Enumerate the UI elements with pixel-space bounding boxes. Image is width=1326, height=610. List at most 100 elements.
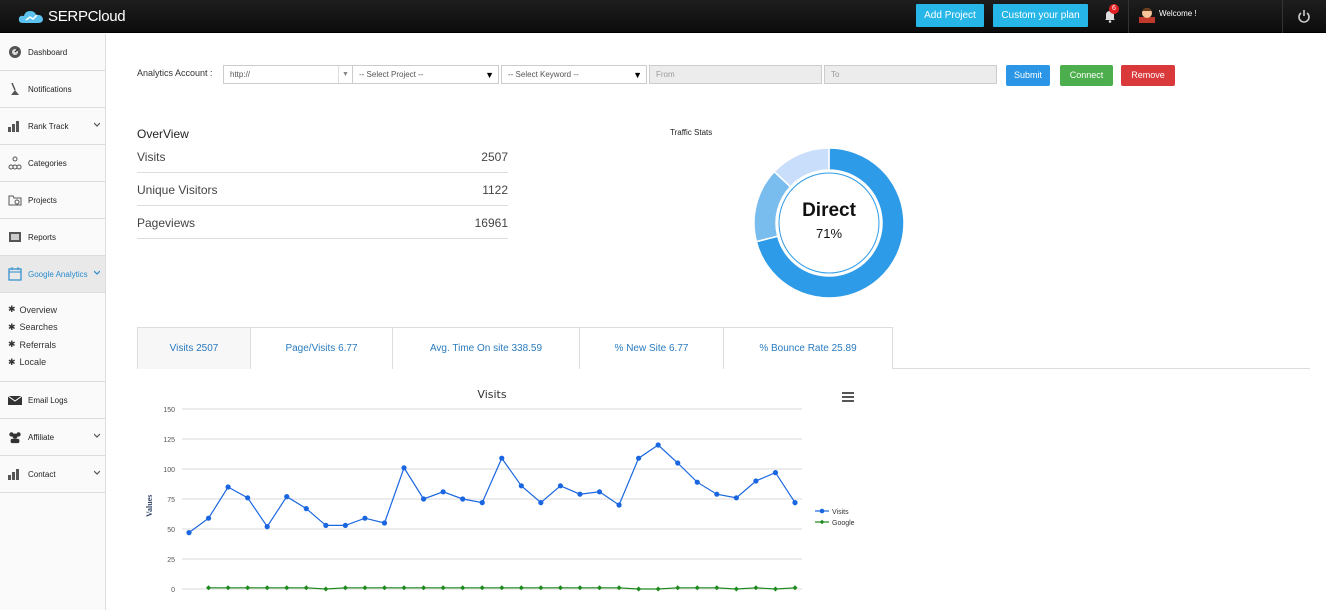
data-point-visits[interactable] [772, 470, 779, 476]
sidebar-item-email-logs[interactable]: Email Logs [0, 382, 105, 419]
data-point-google[interactable] [557, 585, 563, 591]
data-point-visits[interactable] [557, 483, 564, 489]
data-point-visits[interactable] [655, 442, 661, 448]
subnav-item-locale[interactable]: ✱ Locale [8, 354, 105, 372]
project-select[interactable]: -- Select Project -- ▼ [352, 65, 499, 84]
data-point-google[interactable] [225, 585, 231, 591]
data-point-google[interactable] [245, 585, 251, 591]
analytics-account-select[interactable]: http:// ▼ [223, 65, 353, 84]
data-point-google[interactable] [323, 586, 329, 592]
submit-button[interactable]: Submit [1006, 65, 1050, 86]
data-point-google[interactable] [714, 585, 720, 591]
data-point-google[interactable] [694, 585, 700, 591]
data-point-google[interactable] [284, 585, 290, 591]
data-point-visits[interactable] [186, 530, 192, 536]
connect-button[interactable]: Connect [1060, 65, 1113, 86]
data-point-visits[interactable] [205, 515, 212, 521]
sidebar-item-affiliate[interactable]: Affiliate [0, 419, 105, 456]
date-to-input[interactable]: To [824, 65, 997, 84]
sidebar-item-rank-track[interactable]: Rank Track [0, 108, 105, 145]
data-point-visits[interactable] [362, 515, 368, 521]
sidebar-item-dashboard[interactable]: Dashboard [0, 34, 105, 71]
data-point-google[interactable] [381, 585, 387, 591]
add-project-button[interactable]: Add Project [916, 4, 984, 27]
data-point-visits[interactable] [518, 483, 524, 489]
data-point-visits[interactable] [577, 491, 583, 497]
data-point-visits[interactable] [245, 495, 251, 501]
data-point-visits[interactable] [381, 520, 388, 526]
data-point-visits[interactable] [303, 506, 309, 512]
data-point-google[interactable] [753, 585, 759, 591]
sidebar-item-categories[interactable]: Categories [0, 145, 105, 182]
subnav-item-referrals[interactable]: ✱ Referrals [8, 336, 105, 354]
data-point-visits[interactable] [714, 491, 720, 497]
data-point-google[interactable] [264, 585, 270, 591]
keyword-select[interactable]: -- Select Keyword -- ▼ [501, 65, 647, 84]
tab-avg-time[interactable]: Avg. Time On site 338.59 [392, 327, 580, 369]
data-point-visits[interactable] [636, 455, 642, 461]
data-point-google[interactable] [655, 586, 661, 592]
welcome-text[interactable]: Welcome ! [1159, 9, 1197, 18]
data-point-google[interactable] [421, 585, 427, 591]
user-avatar-icon[interactable] [1139, 5, 1155, 23]
data-point-visits[interactable] [596, 489, 603, 495]
data-point-google[interactable] [597, 585, 603, 591]
sidebar-item-notifications[interactable]: Notifications [0, 71, 105, 108]
data-point-visits[interactable] [284, 494, 290, 500]
chevron-down-icon [94, 470, 100, 475]
date-from-input[interactable]: From [649, 65, 822, 84]
custom-plan-button[interactable]: Custom your plan [993, 4, 1088, 27]
data-point-visits[interactable] [225, 484, 231, 490]
data-point-visits[interactable] [342, 522, 348, 528]
data-point-google[interactable] [401, 585, 407, 591]
sidebar-item-google-analytics[interactable]: Google Analytics [0, 256, 105, 293]
data-point-visits[interactable] [792, 500, 798, 506]
legend-label[interactable]: Visits [832, 509, 849, 516]
tab-new-site[interactable]: % New Site 6.77 [579, 327, 724, 369]
data-point-google[interactable] [206, 585, 212, 591]
data-point-visits[interactable] [499, 455, 505, 461]
subnav-item-searches[interactable]: ✱ Searches [8, 319, 105, 337]
data-point-google[interactable] [362, 585, 368, 591]
data-point-visits[interactable] [733, 495, 739, 501]
data-point-visits[interactable] [616, 502, 622, 508]
data-point-visits[interactable] [460, 496, 466, 502]
legend-label[interactable]: Google [832, 520, 855, 527]
data-point-google[interactable] [577, 585, 583, 591]
data-point-google[interactable] [772, 586, 778, 592]
data-point-google[interactable] [499, 585, 505, 591]
data-point-visits[interactable] [479, 500, 485, 506]
remove-button[interactable]: Remove [1121, 65, 1175, 86]
tab-page-visits[interactable]: Page/Visits 6.77 [250, 327, 393, 369]
brand-logo[interactable]: SERPCloud [18, 8, 126, 25]
subnav-item-overview[interactable]: ✱ Overview [8, 301, 105, 319]
data-point-google[interactable] [616, 585, 622, 591]
data-point-visits[interactable] [323, 522, 329, 528]
data-point-google[interactable] [538, 585, 544, 591]
data-point-visits[interactable] [538, 500, 544, 506]
data-point-visits[interactable] [264, 524, 270, 530]
data-point-google[interactable] [675, 585, 681, 591]
data-point-visits[interactable] [401, 465, 407, 471]
data-point-google[interactable] [303, 585, 309, 591]
data-point-google[interactable] [460, 585, 466, 591]
data-point-visits[interactable] [440, 489, 446, 495]
power-icon[interactable] [1297, 9, 1311, 23]
data-point-google[interactable] [792, 585, 798, 591]
data-point-visits[interactable] [420, 496, 427, 502]
tab-visits[interactable]: Visits 2507 [137, 327, 251, 369]
sidebar-item-contact[interactable]: Contact [0, 456, 105, 493]
data-point-google[interactable] [733, 586, 739, 592]
sidebar-item-projects[interactable]: Projects [0, 182, 105, 219]
data-point-google[interactable] [636, 586, 642, 592]
chart-menu-icon[interactable] [842, 392, 854, 402]
data-point-visits[interactable] [675, 460, 681, 466]
data-point-google[interactable] [440, 585, 446, 591]
tab-bounce-rate[interactable]: % Bounce Rate 25.89 [723, 327, 893, 369]
data-point-google[interactable] [518, 585, 524, 591]
sidebar-item-reports[interactable]: Reports [0, 219, 105, 256]
data-point-visits[interactable] [694, 479, 700, 485]
data-point-google[interactable] [342, 585, 348, 591]
data-point-google[interactable] [479, 585, 485, 591]
data-point-visits[interactable] [753, 478, 759, 484]
